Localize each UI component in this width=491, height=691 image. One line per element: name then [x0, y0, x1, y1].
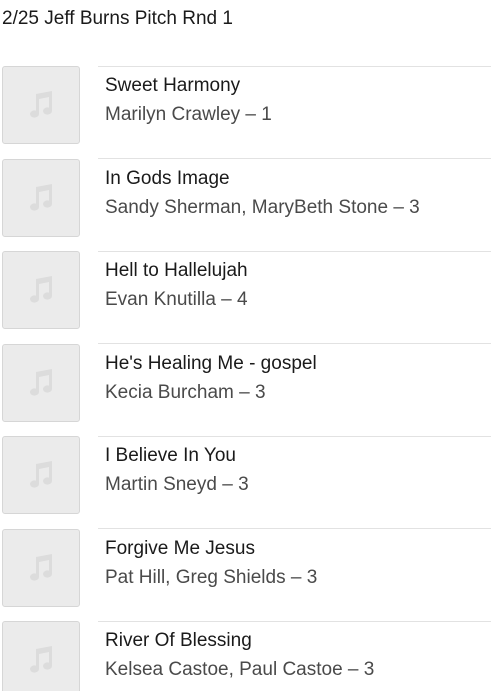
- track-title: Sweet Harmony: [105, 75, 241, 96]
- row-divider: [98, 250, 491, 252]
- music-note-icon: [30, 368, 52, 396]
- playlist-header: 2/25 Jeff Burns Pitch Rnd 1: [0, 0, 491, 66]
- playlist-title: 2/25 Jeff Burns Pitch Rnd 1: [2, 8, 233, 29]
- track-title: River Of Blessing: [105, 630, 252, 651]
- music-note-icon: [30, 461, 52, 488]
- track-artist: Marilyn Crawley – 1: [105, 104, 272, 125]
- music-note-icon: [30, 276, 52, 303]
- track-artist: Sandy Sherman, MaryBeth Stone – 3: [105, 196, 420, 218]
- track-artwork: [2, 343, 80, 422]
- track-artwork: [2, 251, 80, 329]
- row-divider: [98, 343, 491, 344]
- track-row[interactable]: Hell to Hallelujah Evan Knutilla – 4: [0, 250, 491, 344]
- track-title: Forgive Me Jesus: [105, 537, 255, 559]
- track-artist: Kecia Burcham – 3: [105, 381, 266, 403]
- row-divider: [98, 158, 491, 159]
- track-artist: Kelsea Castoe, Paul Castoe – 3: [105, 659, 375, 680]
- track-artist: Evan Knutilla – 4: [105, 289, 248, 310]
- track-title: Hell to Hallelujah: [105, 260, 248, 281]
- track-row[interactable]: I Believe In You Martin Sneyd – 3: [0, 435, 491, 529]
- row-divider: [98, 435, 491, 437]
- track-title: I Believe In You: [105, 445, 236, 466]
- track-artwork: [2, 158, 80, 237]
- track-row[interactable]: In Gods Image Sandy Sherman, MaryBeth St…: [0, 158, 491, 252]
- track-artist: Martin Sneyd – 3: [105, 474, 249, 495]
- track-row[interactable]: He's Healing Me - gospel Kecia Burcham –…: [0, 343, 491, 437]
- track-row[interactable]: Forgive Me Jesus Pat Hill, Greg Shields …: [0, 528, 491, 622]
- music-note-icon: [30, 553, 52, 581]
- music-note-icon: [30, 646, 52, 673]
- row-divider: [98, 66, 491, 67]
- track-list: Sweet Harmony Marilyn Crawley – 1 In God…: [0, 66, 491, 691]
- track-artist: Pat Hill, Greg Shields – 3: [105, 566, 318, 588]
- track-title: In Gods Image: [105, 167, 230, 189]
- track-artwork: [2, 436, 80, 514]
- music-note-icon: [30, 91, 52, 118]
- row-divider: [98, 620, 491, 622]
- track-artwork: [2, 66, 80, 144]
- music-note-icon: [30, 183, 52, 211]
- track-title: He's Healing Me - gospel: [105, 352, 317, 374]
- track-artwork: [2, 528, 80, 607]
- track-row[interactable]: River Of Blessing Kelsea Castoe, Paul Ca…: [0, 620, 491, 691]
- track-row[interactable]: Sweet Harmony Marilyn Crawley – 1: [0, 66, 491, 159]
- track-artwork: [2, 621, 80, 691]
- row-divider: [98, 528, 491, 529]
